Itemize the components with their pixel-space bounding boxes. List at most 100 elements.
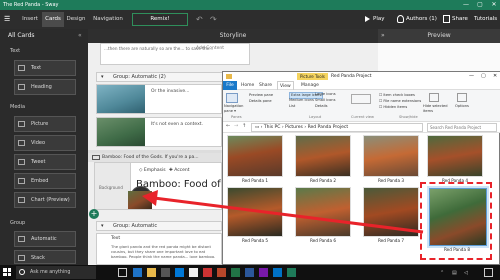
system-tray-up-icon[interactable]: ⌃ bbox=[440, 270, 444, 276]
medium-icons-option[interactable]: Medium icons bbox=[289, 98, 314, 103]
preview-pane-button[interactable]: Preview pane bbox=[249, 93, 273, 98]
excel-icon[interactable] bbox=[231, 268, 240, 277]
edge-icon[interactable] bbox=[133, 268, 142, 277]
collapse-preview-icon[interactable]: » bbox=[381, 32, 385, 39]
forward-arrow-icon[interactable]: → bbox=[234, 123, 238, 129]
play-icon[interactable] bbox=[365, 16, 370, 22]
minimize-button[interactable]: — bbox=[460, 0, 472, 10]
outlook-icon[interactable] bbox=[273, 268, 282, 277]
store-icon[interactable] bbox=[161, 268, 170, 277]
ribbon-tab-manage[interactable]: Manage bbox=[301, 81, 319, 90]
animal-image bbox=[97, 118, 145, 146]
navigation-pane-button[interactable]: Navigation pane ▾ bbox=[224, 104, 246, 114]
address-path[interactable]: ▭ › This PC › Pictures › Red Panda Proje… bbox=[251, 123, 423, 132]
cortana-search-box[interactable]: Ask me anything bbox=[16, 266, 96, 279]
thumbnail-red-panda-1[interactable] bbox=[227, 135, 283, 177]
file-explorer-taskbar-icon[interactable] bbox=[147, 268, 156, 277]
share-button[interactable]: Share bbox=[452, 12, 468, 27]
list-option[interactable]: List bbox=[289, 104, 295, 109]
large-icons-option[interactable]: Large icons bbox=[315, 92, 336, 97]
tab-design[interactable]: Design bbox=[64, 12, 88, 27]
preview-area bbox=[378, 43, 500, 71]
caret-down-icon[interactable]: ▾ bbox=[101, 222, 104, 231]
undo-icon[interactable]: ↶ bbox=[196, 12, 203, 27]
caret-down-icon[interactable]: ▾ bbox=[101, 73, 104, 82]
text-card-content[interactable]: The giant panda and the red panda might … bbox=[97, 241, 221, 259]
ribbon-tab-file[interactable]: File bbox=[223, 81, 237, 90]
ribbon-tab-view[interactable]: View bbox=[277, 81, 294, 90]
task-view-icon[interactable] bbox=[118, 268, 127, 277]
onenote-icon[interactable] bbox=[259, 268, 268, 277]
windows-start-icon[interactable] bbox=[3, 268, 11, 276]
authors-icon[interactable] bbox=[397, 15, 404, 23]
emphasis-toggle[interactable]: ◇ Emphasis bbox=[139, 168, 166, 173]
background-drop-zone[interactable]: Background bbox=[95, 163, 131, 209]
sway-taskbar-icon[interactable] bbox=[287, 268, 296, 277]
action-center-icon[interactable] bbox=[484, 268, 493, 277]
tutorials-button[interactable]: Tutorials bbox=[474, 12, 497, 27]
thumbnail-red-panda-4[interactable] bbox=[427, 135, 483, 177]
card-type-video[interactable]: Video bbox=[14, 135, 76, 151]
word-icon[interactable] bbox=[245, 268, 254, 277]
volume-icon[interactable]: ◁ bbox=[464, 270, 468, 276]
card-type-stack[interactable]: Stack bbox=[14, 250, 76, 264]
navigation-pane-icon[interactable] bbox=[226, 93, 238, 103]
file-name-extensions-option[interactable]: ☐ File name extensions bbox=[379, 99, 421, 104]
accent-toggle[interactable]: ✚ Accent bbox=[169, 168, 190, 173]
picture-card-2[interactable]: It's not even a context. bbox=[96, 117, 222, 147]
sort-by-icon[interactable] bbox=[351, 94, 371, 104]
maximize-button[interactable]: ▢ bbox=[474, 0, 486, 10]
authors-button[interactable]: Authors (1) bbox=[406, 12, 437, 27]
ribbon-tab-home[interactable]: Home bbox=[241, 81, 254, 90]
text-card-top[interactable]: ...then there are naturally so are the..… bbox=[100, 43, 250, 65]
card-type-chart[interactable]: Chart (Preview) bbox=[14, 192, 76, 208]
group-header-automatic-2[interactable]: ▾ Group: Automatic (2) bbox=[96, 72, 226, 82]
add-content-button[interactable]: Add Content bbox=[196, 46, 224, 51]
card-type-embed[interactable]: Embed bbox=[14, 173, 76, 189]
options-button[interactable]: Options bbox=[455, 104, 469, 109]
details-option[interactable]: Details bbox=[315, 104, 327, 109]
thumbnail-red-panda-3[interactable] bbox=[363, 135, 419, 177]
card-type-heading[interactable]: Heading bbox=[14, 79, 76, 95]
card-type-text[interactable]: Text bbox=[14, 60, 76, 76]
tab-cards[interactable]: Cards bbox=[42, 12, 64, 27]
tab-insert[interactable]: Insert bbox=[18, 12, 42, 27]
add-card-button[interactable]: + bbox=[89, 209, 99, 219]
options-icon[interactable] bbox=[457, 93, 467, 102]
card-type-picture[interactable]: Picture bbox=[14, 116, 76, 132]
preview-header: Preview bbox=[378, 29, 500, 43]
play-button[interactable]: Play bbox=[373, 12, 384, 27]
share-icon[interactable] bbox=[443, 15, 450, 23]
hide-selected-button[interactable]: Hide selected items bbox=[423, 104, 449, 114]
picture-card-1[interactable]: Or the invasive... bbox=[96, 84, 222, 114]
details-pane-button[interactable]: Details pane bbox=[249, 99, 272, 104]
close-button[interactable]: ✕ bbox=[488, 0, 500, 10]
hamburger-icon[interactable]: ☰ bbox=[4, 14, 14, 25]
text-card-icon bbox=[18, 65, 25, 71]
explorer-maximize[interactable]: ▢ bbox=[481, 72, 486, 81]
small-icons-option[interactable]: Small icons bbox=[315, 98, 335, 103]
up-arrow-icon[interactable]: ↑ bbox=[242, 123, 246, 129]
tab-navigation[interactable]: Navigation bbox=[88, 12, 128, 27]
remix-button[interactable]: Remix! bbox=[132, 13, 188, 26]
back-arrow-icon[interactable]: ← bbox=[226, 123, 230, 129]
explorer-minimize[interactable]: — bbox=[469, 72, 474, 81]
explorer-close[interactable]: ✕ bbox=[493, 72, 497, 81]
app-icon[interactable] bbox=[189, 268, 198, 277]
powerpoint-icon[interactable] bbox=[217, 268, 226, 277]
network-icon[interactable]: ▤ bbox=[452, 270, 457, 276]
ribbon-tab-share[interactable]: Share bbox=[259, 81, 272, 90]
redo-icon[interactable]: ↷ bbox=[210, 12, 217, 27]
app-icon[interactable] bbox=[203, 268, 212, 277]
thumbnail-red-panda-2[interactable] bbox=[295, 135, 351, 177]
card-type-automatic[interactable]: Automatic bbox=[14, 231, 76, 247]
search-folder-input[interactable] bbox=[427, 123, 497, 132]
collapse-panel-icon[interactable]: « bbox=[78, 32, 82, 39]
hide-selected-icon[interactable] bbox=[429, 93, 439, 102]
hidden-items-option[interactable]: ☐ Hidden items bbox=[379, 105, 407, 110]
item-check-boxes-option[interactable]: ☐ Item check boxes bbox=[379, 93, 415, 98]
card-type-tweet[interactable]: Tweet bbox=[14, 154, 76, 170]
mail-icon[interactable] bbox=[175, 268, 184, 277]
heading-card-bar[interactable]: Bamboo: Food of the Gods. If you're a pa… bbox=[88, 153, 222, 162]
manatee-image bbox=[97, 85, 145, 113]
